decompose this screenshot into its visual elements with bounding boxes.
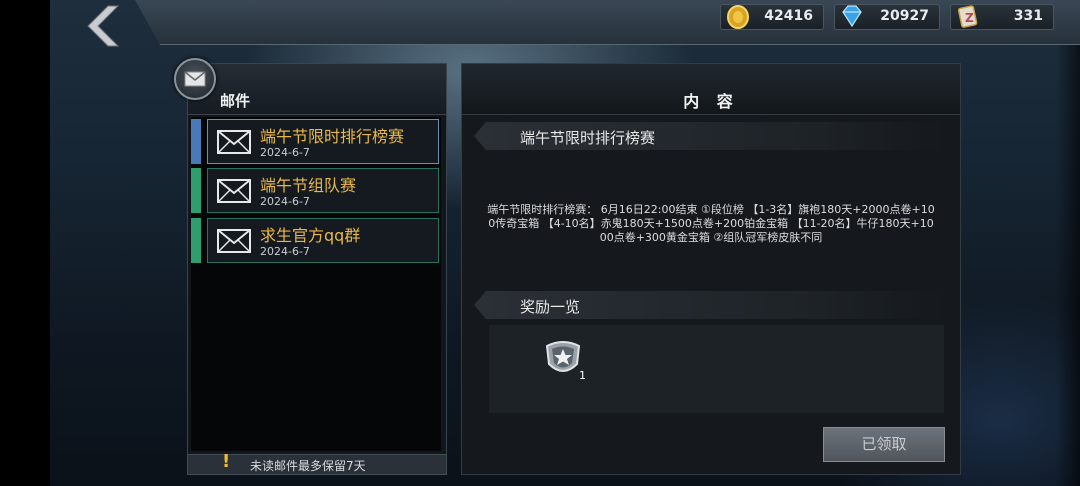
envelope-icon <box>217 179 251 203</box>
back-button[interactable] <box>72 2 128 50</box>
retention-notice: ! 未读邮件最多保留7天 <box>187 451 447 475</box>
mail-badge-icon <box>174 58 216 100</box>
diamond-icon <box>842 5 862 28</box>
mail-subject: 求生官方qq群 <box>260 226 361 245</box>
mail-date: 2024-6-7 <box>260 146 310 159</box>
exclamation-icon: ! <box>222 451 231 472</box>
mail-panel-header: 邮件 <box>188 64 446 115</box>
mail-item[interactable]: 求生官方qq群 2024-6-7 <box>191 218 439 263</box>
diamond-value: 20927 <box>880 8 929 24</box>
voucher-value: 331 <box>1013 8 1043 24</box>
svg-text:Z: Z <box>965 11 974 25</box>
gold-coin-icon <box>727 5 749 29</box>
mail-item[interactable]: 端午节组队赛 2024-6-7 <box>191 168 439 213</box>
mail-item-box: 求生官方qq群 2024-6-7 <box>207 218 439 263</box>
voucher-counter: Z 331 <box>950 4 1054 30</box>
back-arrow-icon <box>87 5 120 47</box>
mail-panel-title: 邮件 <box>220 92 251 110</box>
content-panel-title: 内 容 <box>683 92 739 111</box>
mail-item-stripe <box>191 218 201 263</box>
mail-date: 2024-6-7 <box>260 245 310 258</box>
mail-date: 2024-6-7 <box>260 195 310 208</box>
envelope-icon <box>217 130 251 154</box>
screen-edge-left <box>0 0 50 486</box>
mail-item-stripe <box>191 168 201 213</box>
content-panel-header: 内 容 <box>462 64 960 115</box>
claim-button[interactable]: 已领取 <box>823 427 945 462</box>
reward-count: 1 <box>579 369 586 382</box>
envelope-icon <box>217 229 251 253</box>
retention-notice-text: 未读邮件最多保留7天 <box>250 459 366 473</box>
gold-counter: 42416 <box>720 4 824 30</box>
mail-body-text: 端午节限时排行榜赛： 6月16日22:00结束 ①段位榜 【1-3名】旗袍180… <box>487 203 935 244</box>
mail-subject: 端午节组队赛 <box>260 176 357 195</box>
voucher-icon: Z <box>957 5 978 28</box>
mail-item-box: 端午节组队赛 2024-6-7 <box>207 168 439 213</box>
mail-item-box: 端午节限时排行榜赛 2024-6-7 <box>207 119 439 164</box>
mail-detail-subject: 端午节限时排行榜赛 <box>520 129 656 147</box>
gold-value: 42416 <box>764 8 813 24</box>
mail-item[interactable]: 端午节限时排行榜赛 2024-6-7 <box>191 119 439 164</box>
screen-edge-right <box>1056 0 1080 486</box>
mail-item-stripe <box>191 119 201 164</box>
diamond-counter: 20927 <box>834 4 940 30</box>
mail-subject: 端午节限时排行榜赛 <box>260 127 405 146</box>
rewards-label: 奖励一览 <box>520 298 581 316</box>
